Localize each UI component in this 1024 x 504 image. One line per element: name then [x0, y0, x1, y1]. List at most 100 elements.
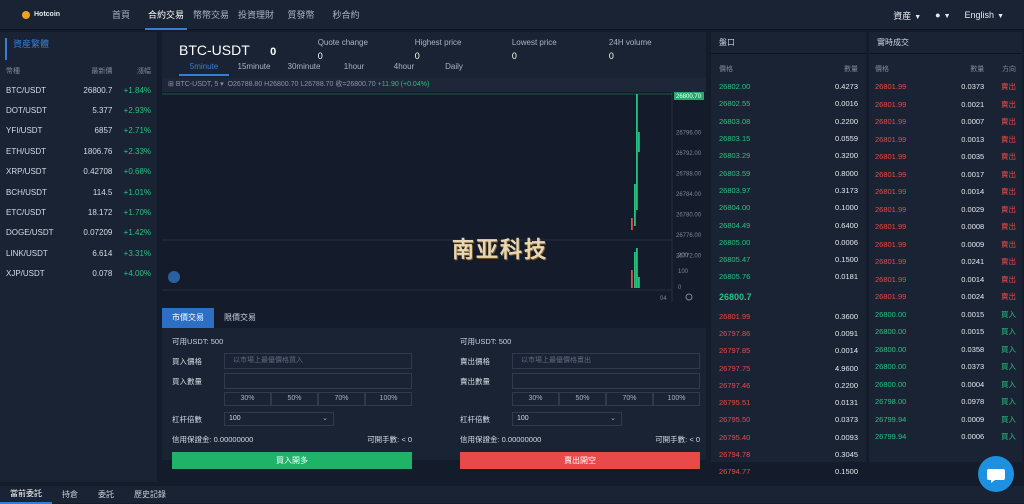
bid-price: 26803.59	[719, 168, 751, 178]
volume-bars	[631, 248, 640, 288]
market-row[interactable]: DOGE/USDT 0.07209 +1.42%	[0, 223, 157, 243]
sell-pct-100[interactable]: 100%	[653, 392, 700, 406]
sell-pct-70[interactable]: 70%	[606, 392, 653, 406]
orderbook-bid-row[interactable]: 26802.55 0.0016	[711, 95, 866, 112]
bid-qty: 0.0006	[835, 237, 858, 247]
orderbook-ask-row[interactable]: 26797.85 0.0014	[711, 342, 866, 359]
nav-spot-trading[interactable]: 幣幣交易	[190, 0, 232, 30]
orderbook-bid-row[interactable]: 26802.00 0.4273	[711, 78, 866, 95]
orderbook-ask-row[interactable]: 26795.40 0.0093	[711, 429, 866, 446]
orderbook-bid-row[interactable]: 26803.97 0.3173	[711, 182, 866, 199]
interval-1hour[interactable]: 1hour	[329, 62, 379, 76]
market-row[interactable]: XRP/USDT 0.42708 +0.68%	[0, 162, 157, 182]
buy-qty-input[interactable]	[224, 373, 412, 389]
sell-open-short-button[interactable]: 賣出開空	[460, 452, 700, 469]
orderbook-bid-row[interactable]: 26805.00 0.0006	[711, 234, 866, 251]
orderbook-bid-row[interactable]: 26804.00 0.1000	[711, 199, 866, 216]
tab-positions[interactable]: 持倉	[52, 486, 88, 503]
orderbook-bid-row[interactable]: 26803.59 0.8000	[711, 164, 866, 181]
tab-market-order[interactable]: 市價交易	[162, 308, 214, 328]
trade-price: 26798.00	[875, 397, 907, 407]
ask-qty: 0.0131	[835, 398, 858, 408]
market-row[interactable]: YFI/USDT 6857 +2.71%	[0, 121, 157, 141]
market-row[interactable]: ETC/USDT 18.172 +1.70%	[0, 202, 157, 222]
orderbook-ask-row[interactable]: 26795.50 0.0373	[711, 411, 866, 428]
trade-row: 26801.99 0.0021 賣出	[869, 96, 1022, 114]
market-row[interactable]: XJP/USDT 0.078 +4.00%	[0, 264, 157, 284]
trade-row: 26800.00 0.0004 買入	[869, 376, 1022, 394]
market-row[interactable]: ETH/USDT 1806.76 +2.33%	[0, 141, 157, 161]
orderbook-bid-row[interactable]: 26803.29 0.3200	[711, 147, 866, 164]
market-list-panel: 資産繁體 幣種 最新價 漲幅 BTC/USDT 26800.7 +1.84% DOT/…	[0, 32, 157, 482]
interval-5min[interactable]: 5minute	[179, 62, 229, 76]
brand-logo[interactable]: Hotcoin	[22, 10, 100, 19]
market-row[interactable]: LINK/USDT 6.614 +3.31%	[0, 243, 157, 263]
trade-direction: 買入	[1001, 379, 1016, 389]
sell-pct-50[interactable]: 50%	[559, 392, 606, 406]
trade-price: 26801.99	[875, 292, 907, 302]
bid-qty: 0.1000	[835, 203, 858, 213]
sell-leverage-select[interactable]: 100 ⌄	[512, 412, 622, 426]
interval-30min[interactable]: 30minute	[279, 62, 329, 76]
market-symbol: DOGE/USDT	[6, 228, 54, 238]
nav-contract-trading[interactable]: 合約交易	[145, 0, 187, 30]
buy-pct-70[interactable]: 70%	[318, 392, 365, 406]
buy-pct-50[interactable]: 50%	[271, 392, 318, 406]
nav-invest[interactable]: 投資理財	[235, 0, 277, 30]
tab-history[interactable]: 歷史記錄	[124, 486, 176, 503]
interval-4hour[interactable]: 4hour	[379, 62, 429, 76]
market-row[interactable]: BCH/USDT 114.5 +1.01%	[0, 182, 157, 202]
sell-price-input[interactable]: 以市場上最優價格賣出	[512, 353, 700, 369]
trade-row: 26801.99 0.0035 賣出	[869, 148, 1022, 166]
orderbook-bid-row[interactable]: 26804.49 0.6400	[711, 216, 866, 233]
interval-daily[interactable]: Daily	[429, 62, 479, 76]
orderbook-ask-row[interactable]: 26794.78 0.3045	[711, 446, 866, 463]
tab-limit-order[interactable]: 限價交易	[214, 308, 266, 328]
trade-price: 26799.94	[875, 414, 907, 424]
buy-pct-30[interactable]: 30%	[224, 392, 271, 406]
sell-qty-input[interactable]	[512, 373, 700, 389]
orderbook-bid-row[interactable]: 26805.47 0.1500	[711, 251, 866, 268]
orderbook-bid-row[interactable]: 26803.08 0.2200	[711, 113, 866, 130]
candlestick-chart[interactable]: 26800.70 26796.00 26792.00 26788.00 26784.00…	[162, 92, 706, 302]
buy-leverage-select[interactable]: 100 ⌄	[224, 412, 334, 426]
orderbook-ask-row[interactable]: 26795.51 0.0131	[711, 394, 866, 411]
buy-price-input[interactable]: 以市場上最優價格買入	[224, 353, 412, 369]
nav-second-contract[interactable]: 秒合約	[325, 0, 367, 30]
tab-orders[interactable]: 委託	[88, 486, 124, 503]
trade-price: 26800.00	[875, 362, 907, 372]
trade-direction: 賣出	[1001, 274, 1016, 284]
orderbook-ask-row[interactable]: 26801.99 0.3600	[711, 308, 866, 325]
nav-home[interactable]: 首頁	[100, 0, 142, 30]
buy-available: 可用USDT: 500	[172, 336, 224, 346]
user-menu[interactable]: ● ▼	[935, 10, 950, 20]
stat-highest-price: Highest price 0	[414, 38, 462, 61]
orderbook-ask-row[interactable]: 26794.77 0.1500	[711, 463, 866, 480]
ask-qty: 0.0093	[835, 432, 858, 442]
price-tick-label: 26788.00	[676, 172, 702, 178]
assets-menu[interactable]: 資産 ▼	[893, 9, 921, 22]
orderbook-ask-row[interactable]: 26797.86 0.0091	[711, 325, 866, 342]
tab-current-orders[interactable]: 當前委託	[0, 485, 52, 504]
nav-issue[interactable]: 質發幣	[280, 0, 322, 30]
orderbook-ask-row[interactable]: 26797.46 0.2200	[711, 377, 866, 394]
top-navbar: Hotcoin 首頁 合約交易 幣幣交易 投資理財 質發幣 秒合約 資産 ▼ ● ▼…	[0, 0, 1024, 30]
orderbook-ask-row[interactable]: 26797.75 4.9600	[711, 359, 866, 376]
market-change: +1.01%	[123, 187, 152, 197]
bid-price: 26803.15	[719, 134, 751, 144]
trade-qty: 0.0007	[961, 117, 985, 127]
orderbook-bid-row[interactable]: 26805.76 0.0181	[711, 268, 866, 285]
interval-15min[interactable]: 15minute	[229, 62, 279, 76]
chat-support-button[interactable]	[978, 456, 1014, 492]
language-menu[interactable]: English ▼	[965, 10, 1004, 20]
market-change: +1.84%	[123, 85, 152, 95]
orderbook-bid-row[interactable]: 26803.15 0.0559	[711, 130, 866, 147]
buy-pct-100[interactable]: 100%	[365, 392, 412, 406]
sell-pct-30[interactable]: 30%	[512, 392, 559, 406]
market-row[interactable]: DOT/USDT 5.377 +2.93%	[0, 100, 157, 120]
buy-open-long-button[interactable]: 買入開多	[172, 452, 412, 469]
market-row[interactable]: BTC/USDT 26800.7 +1.84%	[0, 80, 157, 100]
sell-percent-selector: 30% 50% 70% 100%	[512, 392, 700, 406]
market-change: +1.42%	[123, 228, 152, 238]
trade-qty: 0.0024	[961, 292, 985, 302]
